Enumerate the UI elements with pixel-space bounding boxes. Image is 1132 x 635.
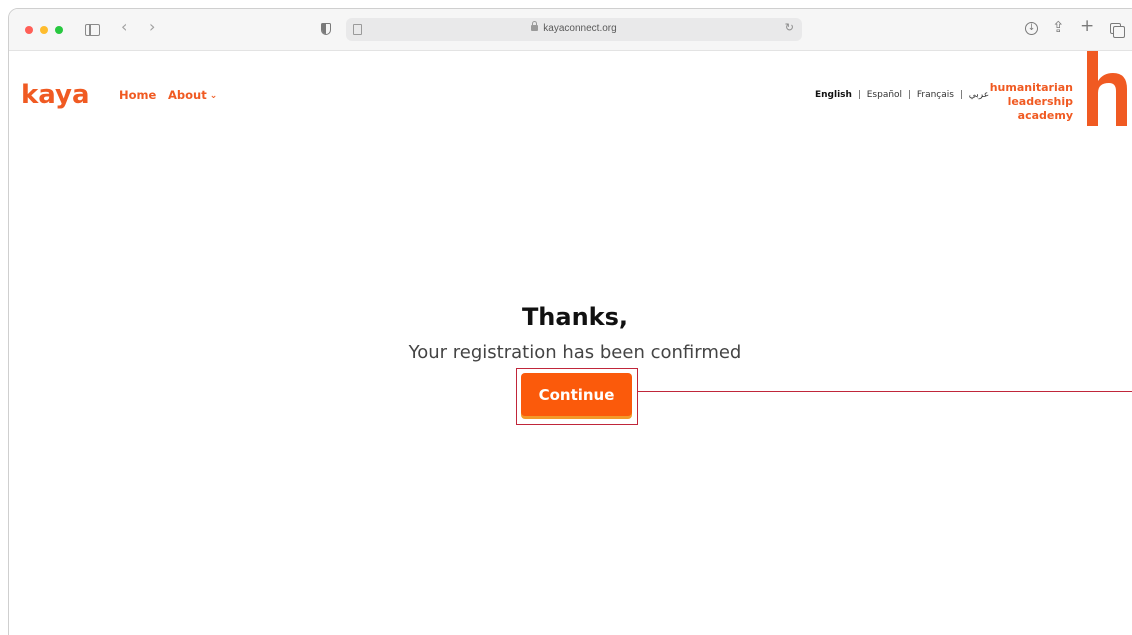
confirmation-message: Your registration has been confirmed xyxy=(408,342,742,363)
lang-separator: | xyxy=(857,90,861,100)
hla-logo-line: humanitarian xyxy=(989,81,1073,94)
page-title: Thanks, xyxy=(521,303,629,331)
chevron-down-icon: ⌄ xyxy=(209,91,218,101)
hla-logo-text[interactable]: humanitarian leadership academy xyxy=(977,81,1073,123)
sidebar-icon[interactable] xyxy=(85,24,100,36)
minimize-window-button[interactable] xyxy=(40,26,48,34)
continue-button[interactable]: Continue xyxy=(521,373,632,416)
lang-separator: | xyxy=(907,90,911,100)
new-tab-icon[interactable]: + xyxy=(1080,18,1094,35)
close-window-button[interactable] xyxy=(25,26,33,34)
lang-english[interactable]: English xyxy=(815,90,852,100)
lang-separator: | xyxy=(959,90,963,100)
language-switcher: English | Español | Français | عربي xyxy=(815,90,989,100)
url-display[interactable]: kayaconnect.org xyxy=(346,21,802,34)
forward-icon[interactable]: › xyxy=(149,19,155,35)
reload-icon[interactable]: ↻ xyxy=(785,21,794,34)
nav-about-label: About xyxy=(168,88,207,102)
browser-window: ‹ › kayaconnect.org ↻ ↓ ⇪ + kaya Home Ab… xyxy=(8,8,1132,635)
shield-icon[interactable] xyxy=(321,23,331,35)
lang-espanol[interactable]: Español xyxy=(867,90,902,100)
download-icon[interactable]: ↓ xyxy=(1025,22,1038,35)
nav-home-link[interactable]: Home xyxy=(119,88,156,102)
nav-about-link[interactable]: About ⌄ xyxy=(168,88,217,102)
lock-icon xyxy=(531,21,539,31)
annotation-pointer-line xyxy=(638,391,1132,392)
hla-logo-line: leadership xyxy=(1007,95,1073,108)
address-bar[interactable]: kayaconnect.org ↻ xyxy=(346,18,802,41)
url-text: kayaconnect.org xyxy=(543,23,617,34)
hla-logo-line: academy xyxy=(1017,109,1073,122)
tabs-overview-icon[interactable] xyxy=(1110,23,1125,38)
lang-francais[interactable]: Français xyxy=(917,90,954,100)
browser-toolbar: ‹ › kayaconnect.org ↻ ↓ ⇪ + xyxy=(9,9,1132,51)
hla-h-logo-icon[interactable] xyxy=(1083,51,1132,126)
share-icon[interactable]: ⇪ xyxy=(1052,19,1065,35)
kaya-logo[interactable]: kaya xyxy=(21,80,90,110)
page-content: kaya Home About ⌄ English | Español | Fra… xyxy=(9,51,1132,635)
back-icon[interactable]: ‹ xyxy=(121,19,127,35)
zoom-window-button[interactable] xyxy=(55,26,63,34)
